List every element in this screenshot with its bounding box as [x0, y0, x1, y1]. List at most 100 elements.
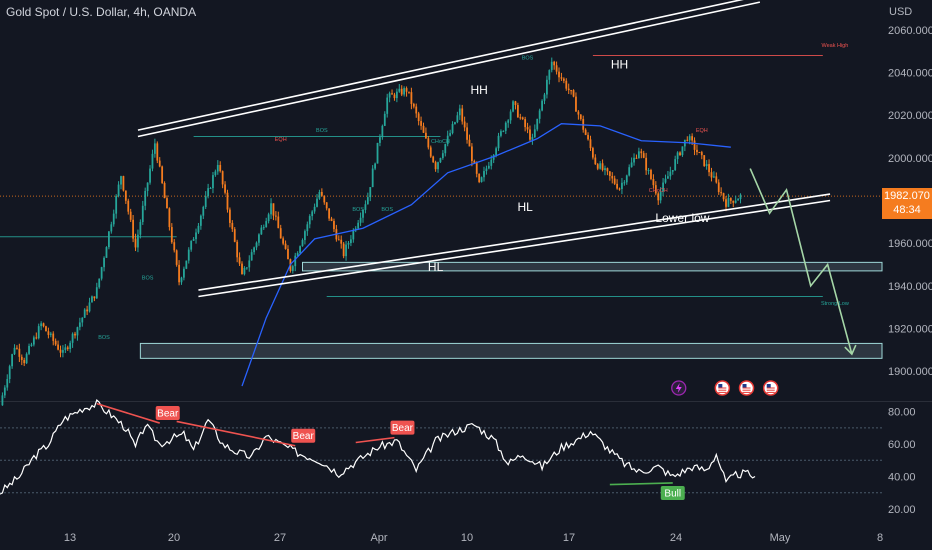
- candle-body: [451, 124, 454, 134]
- candle-body: [306, 224, 309, 232]
- candle-body: [202, 206, 205, 216]
- candle-body: [461, 108, 464, 122]
- candle-body: [28, 345, 30, 354]
- candle-body: [434, 162, 437, 170]
- candle-body: [495, 148, 497, 156]
- candle-body: [185, 260, 188, 269]
- candle-body: [398, 88, 401, 92]
- candle-body: [715, 176, 718, 183]
- candle-body: [441, 153, 444, 159]
- candle-body: [158, 160, 161, 167]
- price-tick-label: 2060.000: [888, 25, 932, 37]
- candle-body: [536, 118, 539, 130]
- candle-body: [613, 178, 616, 184]
- rsi-tick-label: 20.00: [888, 504, 916, 516]
- candle-body: [562, 78, 565, 81]
- structure-label: Strong Low: [821, 301, 849, 307]
- candle-body: [115, 195, 118, 214]
- candle-body: [717, 182, 720, 193]
- candle-body: [427, 138, 430, 148]
- candle-body: [526, 127, 529, 130]
- candle-body: [543, 94, 546, 101]
- candle-body: [108, 231, 110, 248]
- candle-body: [124, 190, 127, 201]
- candle-body: [519, 117, 522, 119]
- candle-body: [219, 165, 222, 172]
- candle-body: [698, 152, 701, 154]
- candle-body: [570, 90, 573, 92]
- candle-body: [71, 333, 74, 343]
- candle-body: [226, 192, 229, 210]
- candle-body: [325, 202, 328, 209]
- candle-body: [584, 129, 587, 135]
- price-tick-label: 2020.000: [888, 110, 932, 122]
- candle-body: [497, 135, 500, 149]
- structure-label: BOS: [352, 207, 364, 213]
- candle-body: [516, 105, 519, 118]
- candle-body: [686, 139, 689, 141]
- candle-body: [139, 222, 142, 235]
- price-tick-label: 1920.000: [888, 323, 932, 335]
- candle-body: [417, 113, 420, 122]
- candle-body: [88, 302, 91, 312]
- candle-body: [400, 88, 403, 95]
- candle-body: [468, 139, 471, 147]
- x-tick-label: Apr: [370, 532, 387, 544]
- candle-body: [64, 347, 67, 351]
- candle-body: [132, 219, 134, 239]
- candle-body: [381, 125, 384, 138]
- candle-body: [703, 155, 706, 167]
- price-tick-label: 1900.000: [888, 366, 932, 378]
- us-flag-icon: [762, 380, 779, 396]
- candle-body: [575, 96, 577, 112]
- candle-body: [190, 240, 193, 250]
- candle-body: [3, 387, 6, 396]
- candle-body: [592, 148, 594, 158]
- candle-body: [393, 94, 396, 99]
- candle-body: [243, 267, 246, 275]
- demand-zone: [139, 342, 883, 359]
- candle-body: [274, 215, 277, 217]
- candle-body: [391, 93, 393, 95]
- candle-body: [282, 238, 285, 244]
- candle-body: [412, 103, 415, 107]
- candle-body: [577, 111, 580, 115]
- divergence-label: Bear: [157, 409, 179, 420]
- candle-body: [23, 359, 26, 364]
- candle-body: [236, 241, 239, 258]
- candle-body: [30, 344, 33, 346]
- lightning-icon: [671, 380, 687, 396]
- candle-body: [669, 171, 672, 177]
- candle-body: [475, 162, 478, 174]
- candle-body: [57, 344, 59, 350]
- candle-body: [650, 170, 652, 179]
- candle-body: [25, 353, 28, 364]
- candle-body: [192, 239, 195, 241]
- candle-body: [734, 200, 737, 203]
- chart-canvas[interactable]: 13 20 27 Apr 10 17 24 May 8 1900.000 1920.000 1940.…: [0, 0, 932, 550]
- candle-body: [318, 191, 321, 199]
- candle-body: [700, 152, 703, 156]
- candle-body: [640, 151, 643, 154]
- candle-body: [69, 342, 72, 349]
- candle-body: [340, 239, 343, 244]
- candle-body: [589, 139, 592, 149]
- candle-body: [357, 222, 360, 229]
- candle-body: [553, 61, 556, 66]
- chart-root[interactable]: 13 20 27 Apr 10 17 24 May 8 1900.000 1920.000 1940.…: [0, 0, 932, 550]
- candle-body: [330, 218, 333, 221]
- currency-label: USD: [889, 6, 913, 18]
- candle-body: [403, 88, 406, 95]
- candle-body: [422, 125, 425, 133]
- candle-body: [170, 227, 173, 243]
- candle-body: [466, 127, 468, 140]
- candle-body: [146, 182, 149, 191]
- candle-body: [105, 247, 108, 258]
- candle-body: [352, 230, 355, 240]
- price-tick-label: 2040.000: [888, 68, 932, 80]
- candle-body: [134, 238, 137, 248]
- candle-body: [183, 268, 185, 278]
- candle-body: [483, 171, 485, 178]
- candle-body: [550, 61, 553, 71]
- candle-body: [265, 221, 268, 228]
